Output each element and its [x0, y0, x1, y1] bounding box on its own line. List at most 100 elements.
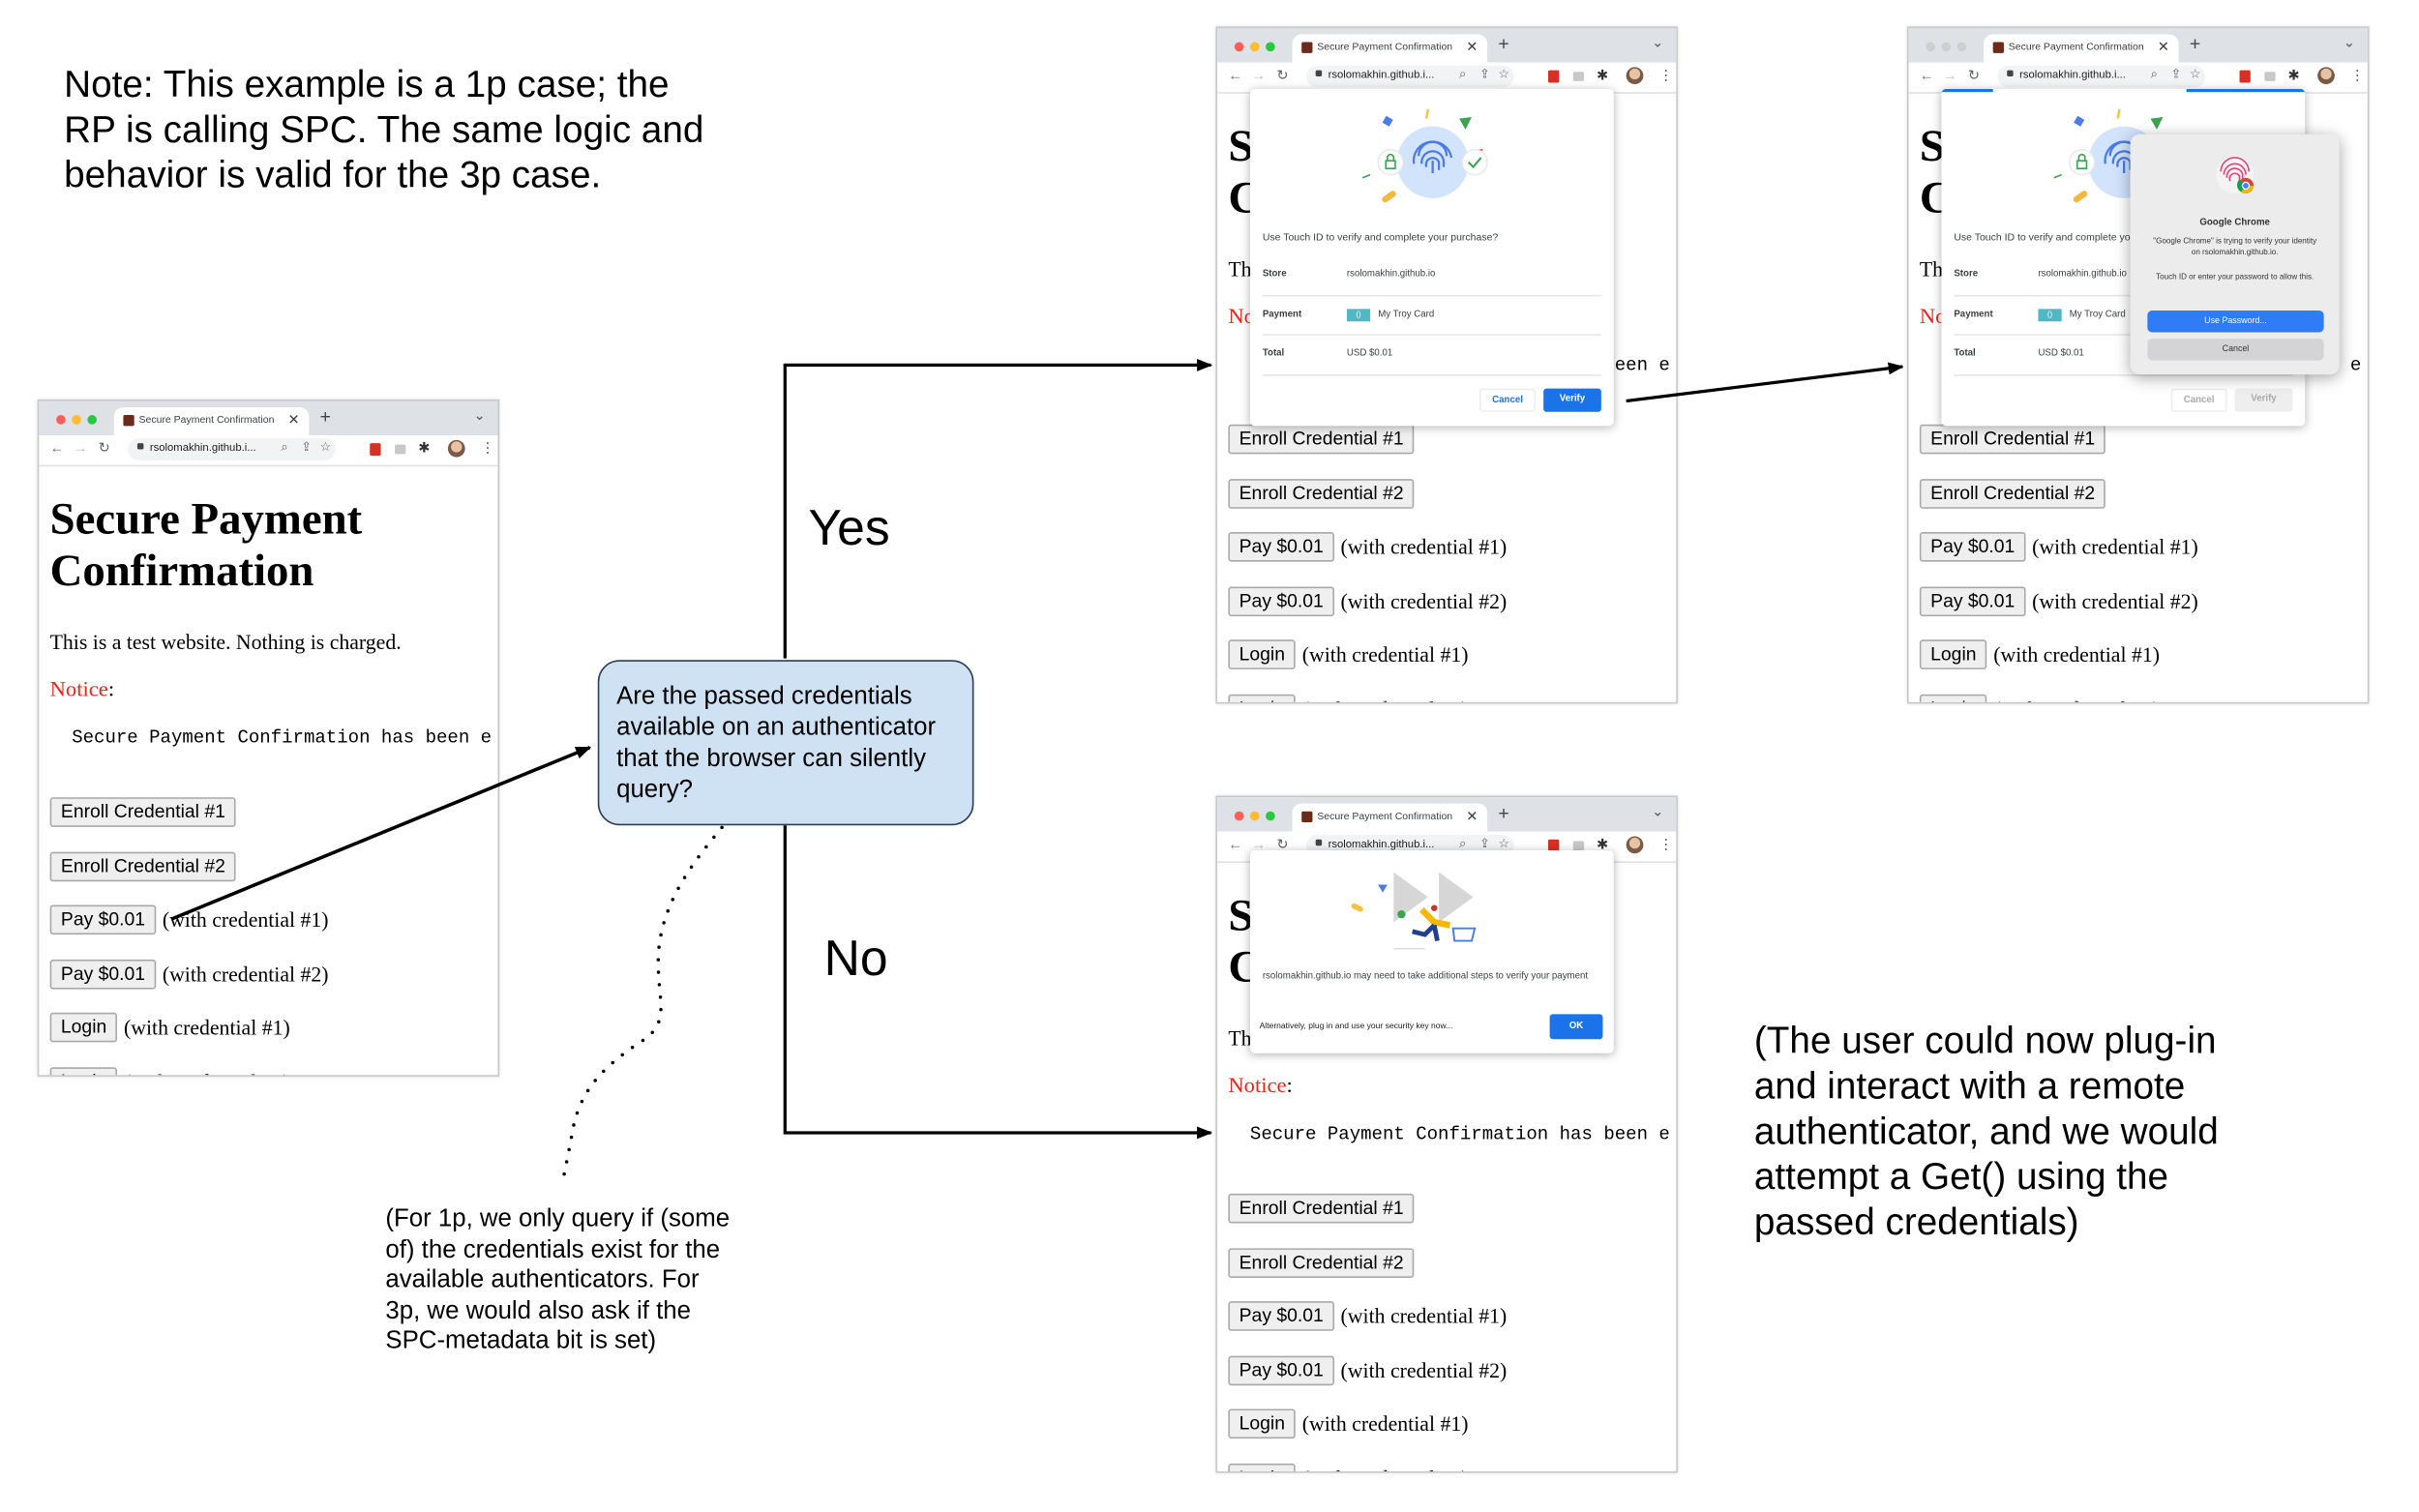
page-action-button[interactable]: Enroll Credential #2	[1919, 478, 2106, 509]
window-zoom-button[interactable]	[1956, 42, 1967, 52]
page-action-button[interactable]: Pay $0.01	[49, 904, 157, 935]
window-close-button[interactable]	[1234, 811, 1244, 821]
reload-icon[interactable]: ↻	[99, 440, 110, 458]
page-action-button[interactable]: Login	[1919, 694, 1987, 702]
tab-search-chevron-icon[interactable]: ⌄	[473, 407, 485, 425]
cast-icon[interactable]	[1572, 841, 1585, 851]
menu-kebab-icon[interactable]: ⋮	[2350, 67, 2365, 84]
menu-kebab-icon[interactable]: ⋮	[1659, 837, 1674, 854]
cast-icon[interactable]	[1572, 72, 1585, 81]
back-icon[interactable]: ←	[1920, 67, 1934, 82]
page-action-button[interactable]: Pay $0.01	[1919, 586, 2026, 616]
back-icon[interactable]: ←	[1228, 837, 1242, 852]
cancel-button[interactable]: Cancel	[1479, 388, 1537, 412]
window-zoom-button[interactable]	[1266, 42, 1275, 52]
page-action-button[interactable]: Enroll Credential #1	[49, 797, 237, 827]
new-tab-button[interactable]: +	[2190, 33, 2200, 55]
browser-tab[interactable]: Secure Payment Confirmation ✕	[1292, 34, 1488, 63]
menu-kebab-icon[interactable]: ⋮	[481, 440, 495, 458]
close-tab-icon[interactable]: ✕	[2158, 39, 2169, 56]
window-zoom-button[interactable]	[87, 415, 97, 425]
new-tab-button[interactable]: +	[320, 405, 331, 428]
ok-button[interactable]: OK	[1549, 1014, 1603, 1040]
extension-icon[interactable]	[1547, 70, 1560, 83]
page-action-button[interactable]: Enroll Credential #1	[1919, 424, 2106, 455]
share-icon[interactable]: ⇪	[2171, 67, 2182, 81]
cast-icon[interactable]	[2264, 72, 2276, 81]
cancel-button[interactable]: Cancel	[2170, 388, 2227, 412]
page-action-button[interactable]: Enroll Credential #1	[1228, 424, 1415, 455]
cast-icon[interactable]	[395, 444, 406, 455]
forward-icon[interactable]: →	[1943, 67, 1957, 82]
address-bar[interactable]: rsolomakhin.github.i... ⌕ ⇪ ☆	[1997, 65, 2206, 88]
extension-icon[interactable]	[370, 443, 381, 456]
zoom-icon[interactable]: ⌕	[2151, 67, 2158, 82]
address-bar[interactable]: rsolomakhin.github.i... ⌕ ⇪ ☆	[1305, 65, 1514, 88]
browser-tab[interactable]: Secure Payment Confirmation ✕	[1292, 803, 1488, 832]
extensions-puzzle-icon[interactable]: ✱	[1597, 67, 1608, 84]
new-tab-button[interactable]: +	[1498, 802, 1508, 824]
reload-icon[interactable]: ↻	[1276, 67, 1288, 84]
forward-icon[interactable]: →	[1252, 67, 1267, 82]
page-action-button[interactable]: Pay $0.01	[1228, 586, 1335, 616]
page-action-button[interactable]: Login	[1228, 1463, 1297, 1471]
zoom-icon[interactable]: ⌕	[1459, 67, 1466, 82]
window-close-button[interactable]	[1926, 42, 1935, 52]
bookmark-star-icon[interactable]: ☆	[1498, 837, 1509, 851]
verify-button[interactable]: Verify	[1543, 388, 1601, 412]
page-action-button[interactable]: Enroll Credential #2	[49, 850, 237, 881]
prompt-cancel-button[interactable]: Cancel	[2147, 338, 2324, 361]
bookmark-star-icon[interactable]: ☆	[1498, 67, 1509, 81]
share-icon[interactable]: ⇪	[1479, 837, 1490, 851]
tab-search-chevron-icon[interactable]: ⌄	[2344, 34, 2355, 51]
page-action-button[interactable]: Login	[1228, 639, 1297, 670]
profile-avatar[interactable]	[2317, 67, 2335, 85]
window-minimize-button[interactable]	[72, 415, 81, 425]
share-icon[interactable]: ⇪	[301, 440, 312, 455]
window-minimize-button[interactable]	[1249, 42, 1260, 52]
zoom-icon[interactable]: ⌕	[281, 440, 287, 456]
page-action-button[interactable]: Enroll Credential #2	[1228, 478, 1415, 509]
window-minimize-button[interactable]	[1941, 42, 1952, 52]
page-action-button[interactable]: Login	[1919, 639, 1987, 670]
page-action-button[interactable]: Pay $0.01	[1228, 1301, 1335, 1332]
share-icon[interactable]: ⇪	[1479, 67, 1490, 81]
bookmark-star-icon[interactable]: ☆	[320, 440, 332, 455]
browser-tab[interactable]: Secure Payment Confirmation ✕	[113, 406, 310, 435]
new-tab-button[interactable]: +	[1498, 33, 1508, 55]
use-password-button[interactable]: Use Password...	[2147, 310, 2324, 333]
bookmark-star-icon[interactable]: ☆	[2190, 67, 2201, 81]
page-action-button[interactable]: Enroll Credential #2	[1228, 1247, 1415, 1278]
profile-avatar[interactable]	[1626, 67, 1644, 85]
page-action-button[interactable]: Login	[49, 1067, 118, 1076]
page-action-button[interactable]: Login	[1228, 694, 1297, 702]
browser-tab[interactable]: Secure Payment Confirmation ✕	[1983, 34, 2179, 63]
extensions-puzzle-icon[interactable]: ✱	[418, 440, 430, 458]
extensions-puzzle-icon[interactable]: ✱	[2288, 67, 2300, 84]
back-icon[interactable]: ←	[50, 440, 65, 456]
menu-kebab-icon[interactable]: ⋮	[1659, 67, 1674, 84]
close-tab-icon[interactable]: ✕	[1466, 39, 1478, 56]
tab-search-chevron-icon[interactable]: ⌄	[1652, 34, 1663, 51]
page-action-button[interactable]: Pay $0.01	[1228, 532, 1335, 562]
page-action-button[interactable]: Pay $0.01	[49, 959, 157, 990]
address-bar[interactable]: rsolomakhin.github.i... ⌕ ⇪ ☆	[128, 438, 336, 460]
window-zoom-button[interactable]	[1266, 811, 1275, 821]
window-close-button[interactable]	[1234, 42, 1244, 52]
page-action-button[interactable]: Login	[49, 1013, 118, 1044]
forward-icon[interactable]: →	[74, 440, 88, 456]
reload-icon[interactable]: ↻	[1968, 67, 1980, 84]
close-tab-icon[interactable]: ✕	[1466, 808, 1478, 825]
tab-search-chevron-icon[interactable]: ⌄	[1652, 804, 1663, 821]
extension-icon[interactable]	[2239, 70, 2251, 83]
close-tab-icon[interactable]: ✕	[288, 412, 300, 430]
back-icon[interactable]: ←	[1228, 67, 1242, 82]
profile-avatar[interactable]	[1626, 836, 1644, 854]
page-action-button[interactable]: Enroll Credential #1	[1228, 1193, 1415, 1224]
page-action-button[interactable]: Pay $0.01	[1919, 532, 2026, 562]
window-close-button[interactable]	[56, 415, 66, 425]
profile-avatar[interactable]	[447, 439, 465, 458]
page-action-button[interactable]: Pay $0.01	[1228, 1355, 1335, 1385]
page-action-button[interactable]: Login	[1228, 1409, 1297, 1439]
verify-button[interactable]: Verify	[2234, 388, 2293, 412]
